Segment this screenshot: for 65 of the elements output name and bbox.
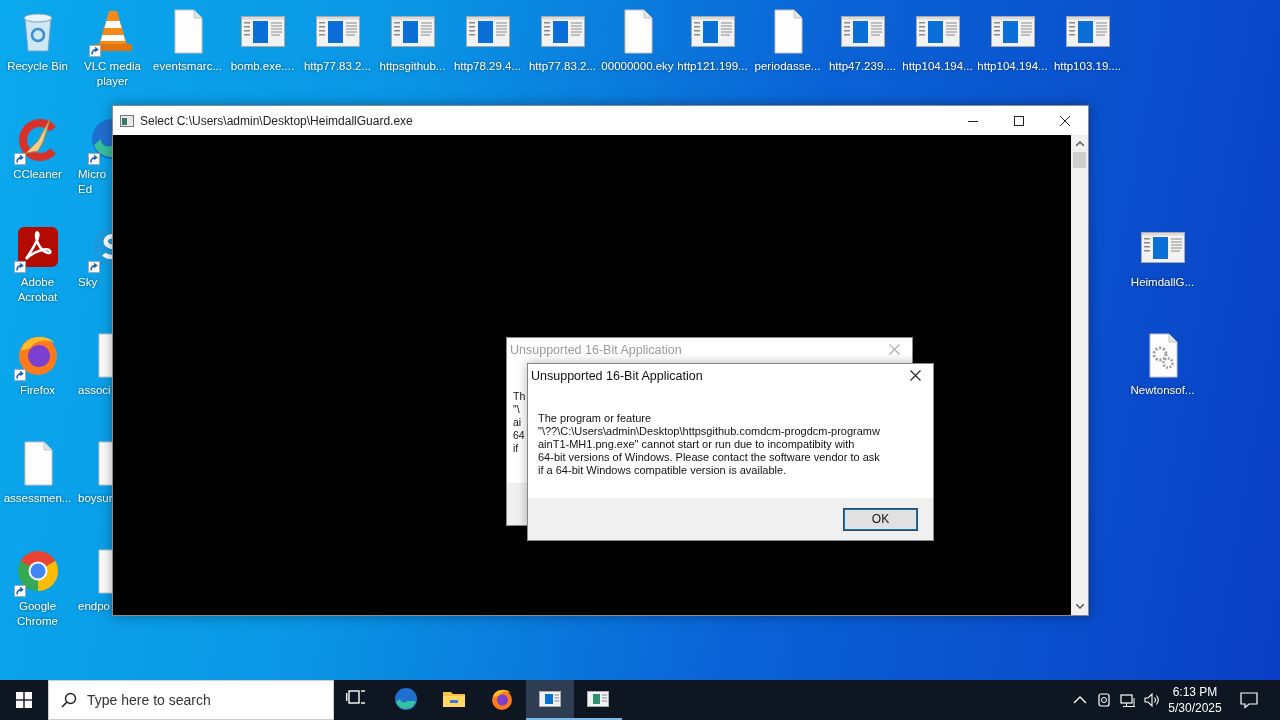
console-window-icon [120, 114, 134, 127]
icon-label[interactable]: http77.83.2... [303, 59, 372, 74]
shortcut-arrow-icon [88, 153, 100, 165]
speech-bubble-icon [1240, 691, 1258, 709]
icon-label[interactable]: endpo [75, 599, 110, 614]
icon-label[interactable]: associ [75, 383, 111, 398]
icon-label[interactable]: httpsgithub... [379, 59, 446, 74]
icon-label[interactable]: assessmen... [3, 491, 72, 506]
shortcut-arrow-icon [13, 369, 26, 381]
search-icon [61, 692, 77, 708]
device-icon [1096, 692, 1112, 708]
icon-label[interactable]: 00000000.eky [601, 59, 674, 74]
icon-label[interactable]: Sky [75, 275, 98, 290]
icon-label[interactable]: http121.199... [677, 59, 748, 74]
icon-label[interactable]: periodasse... [754, 59, 821, 74]
message-fragment: if [513, 442, 519, 455]
maximize-icon [1014, 115, 1024, 126]
error-message: The program or feature "\??\C:\Users\admin\Desktop\httpsgithub.comdcm-progdcm-programw ainT1-MH1.png.exe" cannot start or run due to incompatibity with 64-bit versions of Windows. Please contact the software vendor to ask if a 64-bit Windows compatible version is available. [537, 411, 881, 478]
icon-label[interactable]: CCleaner [13, 167, 62, 182]
shortcut-arrow-icon [13, 585, 26, 597]
close-icon [888, 344, 900, 355]
scrollbar[interactable] [1071, 135, 1088, 615]
taskbar-button[interactable] [526, 680, 574, 720]
dialog-title: Unsupported 16-Bit Application [509, 342, 683, 357]
close-icon [1060, 115, 1070, 126]
icon-label[interactable]: VLC media player [75, 59, 150, 89]
icon-label[interactable]: http47.239.... [828, 59, 897, 74]
shortcut-arrow-icon [88, 261, 100, 273]
icon-label[interactable]: Google Chrome [0, 599, 75, 629]
icon-label[interactable]: eventsmarc... [153, 59, 222, 74]
icon-label[interactable]: http78.29.4... [453, 59, 522, 74]
message-fragment: ai [513, 416, 522, 429]
icon-label[interactable]: bomb.exe.... [230, 59, 295, 74]
message-fragment: "\ [513, 403, 520, 416]
dialog-title: Unsupported 16-Bit Application [530, 368, 704, 383]
close-icon [909, 370, 921, 381]
icon-label[interactable]: HeimdallG... [1130, 275, 1195, 290]
speaker-icon [1144, 692, 1160, 708]
icon-label[interactable]: Firefox [19, 383, 56, 398]
network-icon [1120, 692, 1136, 708]
icon-label[interactable]: Recycle Bin [7, 59, 68, 74]
icon-label[interactable]: Adobe Acrobat [0, 275, 75, 305]
scroll-thumb[interactable] [1073, 152, 1086, 168]
scroll-up-icon[interactable] [1075, 141, 1084, 146]
shortcut-arrow-icon [13, 153, 26, 165]
shortcut-arrow-icon [13, 261, 26, 273]
windows-logo-icon [16, 692, 32, 708]
message-fragment: 64 [513, 429, 525, 442]
icon-label[interactable]: http103.19.... [1053, 59, 1122, 74]
icon-label[interactable]: Micro Ed [75, 167, 113, 197]
icon-label[interactable]: boysur [75, 491, 113, 506]
icon-label[interactable]: http104.194... [902, 59, 973, 74]
shortcut-arrow-icon [88, 45, 101, 57]
icon-label[interactable]: http77.83.2... [528, 59, 597, 74]
icon-label[interactable]: http104.194... [977, 59, 1048, 74]
browser-icon [490, 687, 514, 711]
scroll-down-icon[interactable] [1075, 604, 1084, 609]
swirl-icon [394, 687, 418, 711]
window-title: Select C:\Users\admin\Desktop\HeimdallGuard.exe [140, 113, 414, 128]
search-input[interactable]: Type here to search [87, 692, 333, 708]
icon-label[interactable]: Newtonsof... [1130, 383, 1195, 398]
clock[interactable]: 6:13 PM 5/30/2025 [1164, 680, 1226, 720]
ok-button[interactable]: OK [843, 507, 918, 531]
search-box[interactable]: Type here to search [48, 680, 334, 720]
message-fragment: Th [513, 390, 526, 403]
